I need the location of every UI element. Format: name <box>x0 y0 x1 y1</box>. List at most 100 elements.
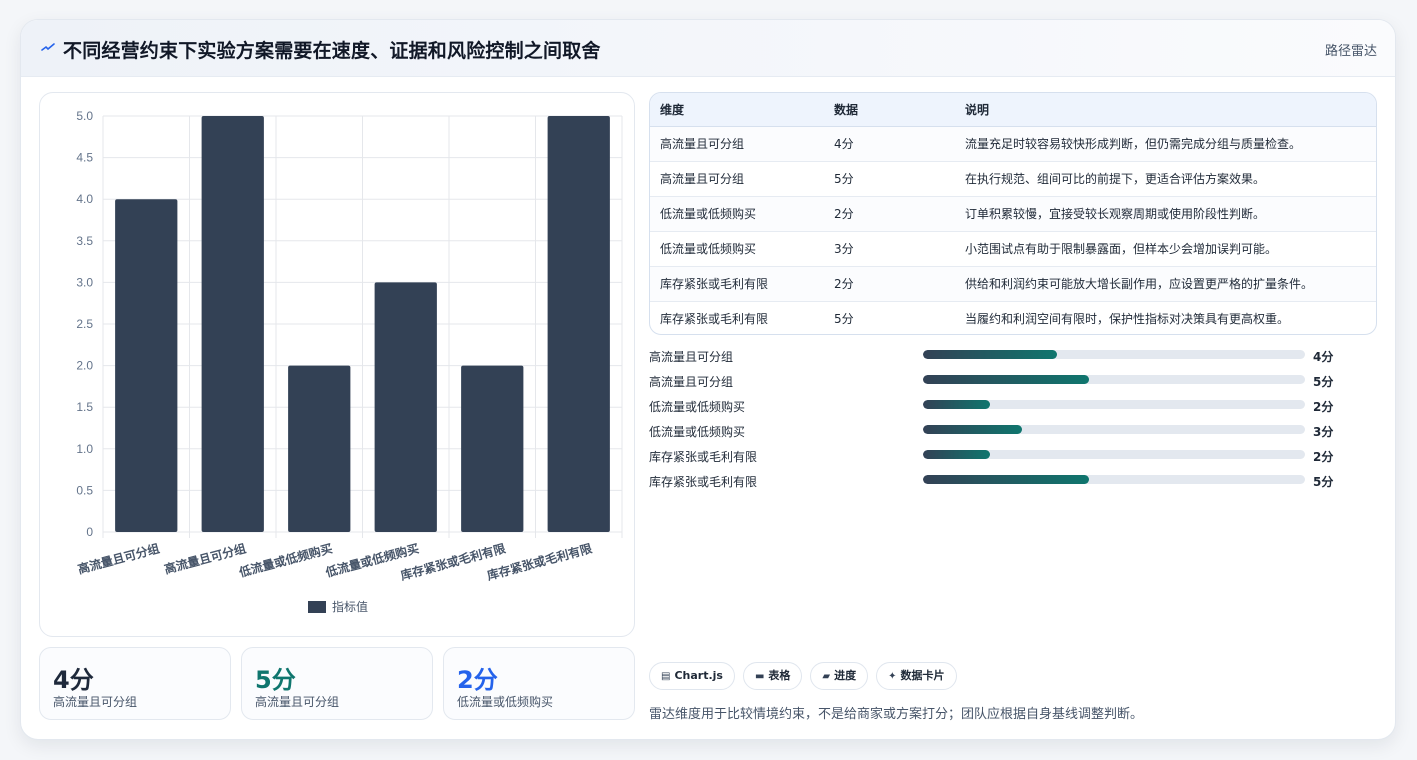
stat-value: 4分 <box>53 666 94 694</box>
pill-label: 数据卡片 <box>900 669 945 682</box>
stat-label: 低流量或低频购买 <box>457 695 554 709</box>
pill-progress[interactable]: ▰ 进度 <box>810 662 869 690</box>
stat-card: 5分 高流量且可分组 <box>241 647 433 720</box>
table-cell: 2分 <box>824 266 955 302</box>
progress-value: 4分 <box>1313 350 1334 364</box>
progress-fill <box>923 425 1023 434</box>
y-tick-label: 3.0 <box>76 275 93 289</box>
table-row: 高流量且可分组 5分 在执行规范、组间可比的前提下，更适合评估方案效果。 <box>650 161 1376 197</box>
progress-icon: ▰ <box>822 671 831 682</box>
table-cell: 供给和利润约束可能放大增长副作用，应设置更严格的扩量条件。 <box>955 266 1376 302</box>
table-row: 低流量或低频购买 2分 订单积累较慢，宜接受较长观察周期或使用阶段性判断。 <box>650 196 1376 232</box>
progress-label: 库存紧张或毛利有限 <box>649 450 758 464</box>
table-cell: 当履约和利润空间有限时，保护性指标对决策具有更高权重。 <box>965 312 1290 327</box>
column-header: 数据 <box>824 93 955 127</box>
table-cell: 库存紧张或毛利有限 <box>660 312 769 327</box>
table-cell: 2分 <box>824 196 955 232</box>
header: 不同经营约束下实验方案需要在速度、证据和风险控制之间取舍 路径雷达 <box>21 20 1395 77</box>
y-tick-label: 0 <box>86 525 93 539</box>
progress-row: 高流量且可分组 4分 <box>649 345 1377 370</box>
x-tick-label: 高流量且可分组 <box>76 540 161 576</box>
table-cell: 高流量且可分组 <box>650 126 824 162</box>
progress-label: 高流量且可分组 <box>649 350 734 364</box>
y-tick-label: 2.5 <box>76 317 93 331</box>
pill-label: 表格 <box>768 669 791 682</box>
progress-fill <box>923 475 1090 484</box>
table-cell: 高流量且可分组 <box>650 161 824 197</box>
y-tick-label: 1.0 <box>76 442 93 456</box>
stat-card: 2分 低流量或低频购买 <box>443 647 635 720</box>
table-cell: 5分 <box>834 312 854 327</box>
header-tag[interactable]: 路径雷达 <box>1325 40 1377 59</box>
progress-label: 高流量且可分组 <box>649 375 734 389</box>
legend-label: 指标值 <box>332 599 368 614</box>
progress-row: 低流量或低频购买 2分 <box>649 395 1377 420</box>
progress-row: 库存紧张或毛利有限 5分 <box>649 470 1377 495</box>
table-cell: 低流量或低频购买 <box>650 196 824 232</box>
progress-label: 低流量或低频购买 <box>649 400 746 414</box>
table-cell: 4分 <box>824 126 955 162</box>
table-row: 库存紧张或毛利有限 5分 当履约和利润空间有限时，保护性指标对决策具有更高权重。 <box>650 301 1376 334</box>
table-cell: 5分 <box>824 161 955 197</box>
progress-value: 3分 <box>1313 425 1334 439</box>
progress-label: 低流量或低频购买 <box>649 425 746 439</box>
y-tick-label: 1.5 <box>76 400 93 414</box>
progress-track <box>923 425 1305 434</box>
progress-track <box>923 375 1305 384</box>
y-tick-label: 5.0 <box>76 109 93 123</box>
page-title: 不同经营约束下实验方案需要在速度、证据和风险控制之间取舍 <box>63 40 601 62</box>
table-row: 高流量且可分组 4分 流量充足时较容易较快形成判断，但仍需完成分组与质量检查。 <box>650 126 1376 162</box>
progress-value: 5分 <box>1313 475 1334 489</box>
data-table: 维度 数据 说明 高流量且可分组 4分 流量充足时较容易较快形成判断，但仍需完成… <box>649 92 1377 335</box>
pill-data-card[interactable]: ✦ 数据卡片 <box>876 662 957 690</box>
table-row: 库存紧张或毛利有限 2分 供给和利润约束可能放大增长副作用，应设置更严格的扩量条… <box>650 266 1376 302</box>
progress-value: 2分 <box>1313 450 1334 464</box>
pill-label: Chart.js <box>674 669 723 682</box>
table-cell: 低流量或低频购买 <box>650 231 824 267</box>
table-cell: 流量充足时较容易较快形成判断，但仍需完成分组与质量检查。 <box>955 126 1376 162</box>
progress-value: 5分 <box>1313 375 1334 389</box>
table-cell: 在执行规范、组间可比的前提下，更适合评估方案效果。 <box>955 161 1376 197</box>
progress-fill <box>923 450 990 459</box>
feature-pills: ▤ Chart.js ▬ 表格 ▰ 进度 ✦ 数据卡片 <box>649 662 965 690</box>
progress-fill <box>923 350 1057 359</box>
footnote: 雷达维度用于比较情境约束，不是给商家或方案打分；团队应根据自身基线调整判断。 <box>649 707 1144 722</box>
stat-card: 4分 高流量且可分组 <box>39 647 231 720</box>
table-cell: 库存紧张或毛利有限 <box>650 266 824 302</box>
progress-fill <box>923 375 1090 384</box>
x-tick-label: 低流量或低频购买 <box>236 540 334 580</box>
bar-chart: 0 0.5 1.0 1.5 2.0 2.5 3.0 3.5 4.0 4.5 5.0 高流量且可分组 高流… <box>76 109 623 614</box>
progress-track <box>923 475 1305 484</box>
bar <box>288 365 351 532</box>
progress-label: 库存紧张或毛利有限 <box>649 475 758 489</box>
y-tick-label: 4.0 <box>76 192 93 206</box>
table-icon: ▬ <box>754 671 765 682</box>
bar <box>547 116 610 532</box>
bar-chart-card: 0 0.5 1.0 1.5 2.0 2.5 3.0 3.5 4.0 4.5 5.0 高流量且可分组 高流… <box>39 92 635 637</box>
progress-row: 低流量或低频购买 3分 <box>649 420 1377 445</box>
pill-table[interactable]: ▬ 表格 <box>742 662 803 690</box>
bar <box>374 282 437 532</box>
progress-track <box>923 350 1305 359</box>
y-tick-label: 3.5 <box>76 234 93 248</box>
progress-row: 高流量且可分组 5分 <box>649 370 1377 395</box>
stat-label: 高流量且可分组 <box>255 695 340 709</box>
y-tick-label: 2.0 <box>76 359 93 373</box>
progress-track <box>923 400 1305 409</box>
x-tick-label: 高流量且可分组 <box>162 540 247 576</box>
sparkle-icon: ✦ <box>888 671 897 682</box>
stat-label: 高流量且可分组 <box>53 695 138 709</box>
table-cell: 3分 <box>824 231 955 267</box>
bar <box>461 365 524 532</box>
column-header: 维度 <box>650 93 824 127</box>
table-header-row: 维度 数据 说明 <box>650 93 1376 127</box>
chart-icon: ▤ <box>661 671 671 682</box>
progress-fill <box>923 400 990 409</box>
table-row: 低流量或低频购买 3分 小范围试点有助于限制暴露面，但样本少会增加误判可能。 <box>650 231 1376 267</box>
pill-chartjs[interactable]: ▤ Chart.js <box>649 662 735 690</box>
bar <box>201 116 264 532</box>
bar <box>115 199 178 532</box>
pill-label: 进度 <box>834 669 857 682</box>
y-tick-label: 0.5 <box>76 483 93 497</box>
legend-swatch <box>308 601 326 613</box>
